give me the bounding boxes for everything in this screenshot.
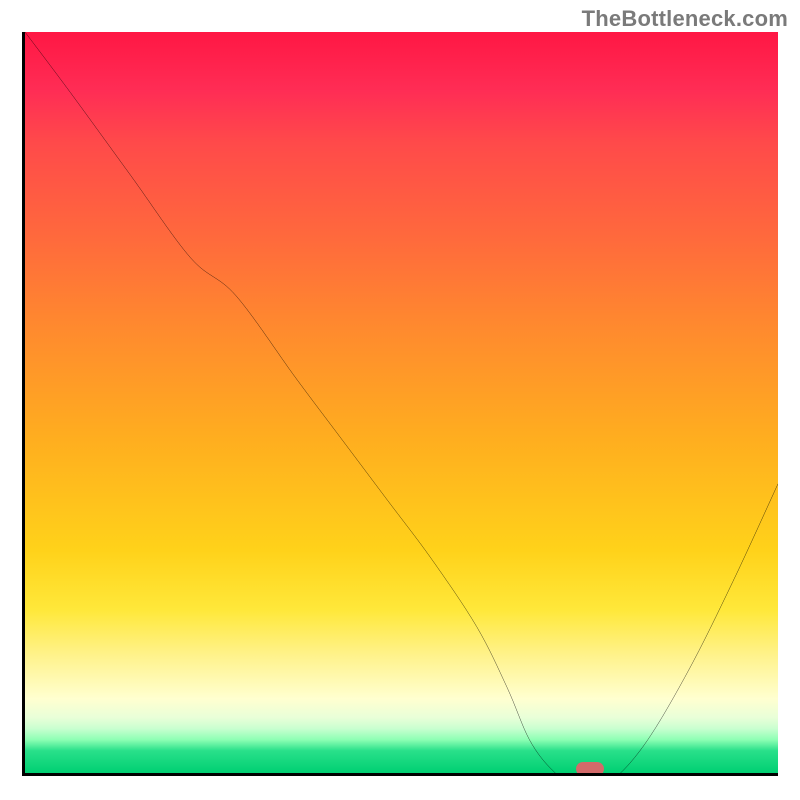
watermark-text: TheBottleneck.com — [582, 6, 788, 32]
bottleneck-curve — [25, 32, 778, 776]
plot-area — [22, 32, 778, 776]
chart-stage: TheBottleneck.com — [0, 0, 800, 800]
minimum-marker — [576, 762, 604, 776]
